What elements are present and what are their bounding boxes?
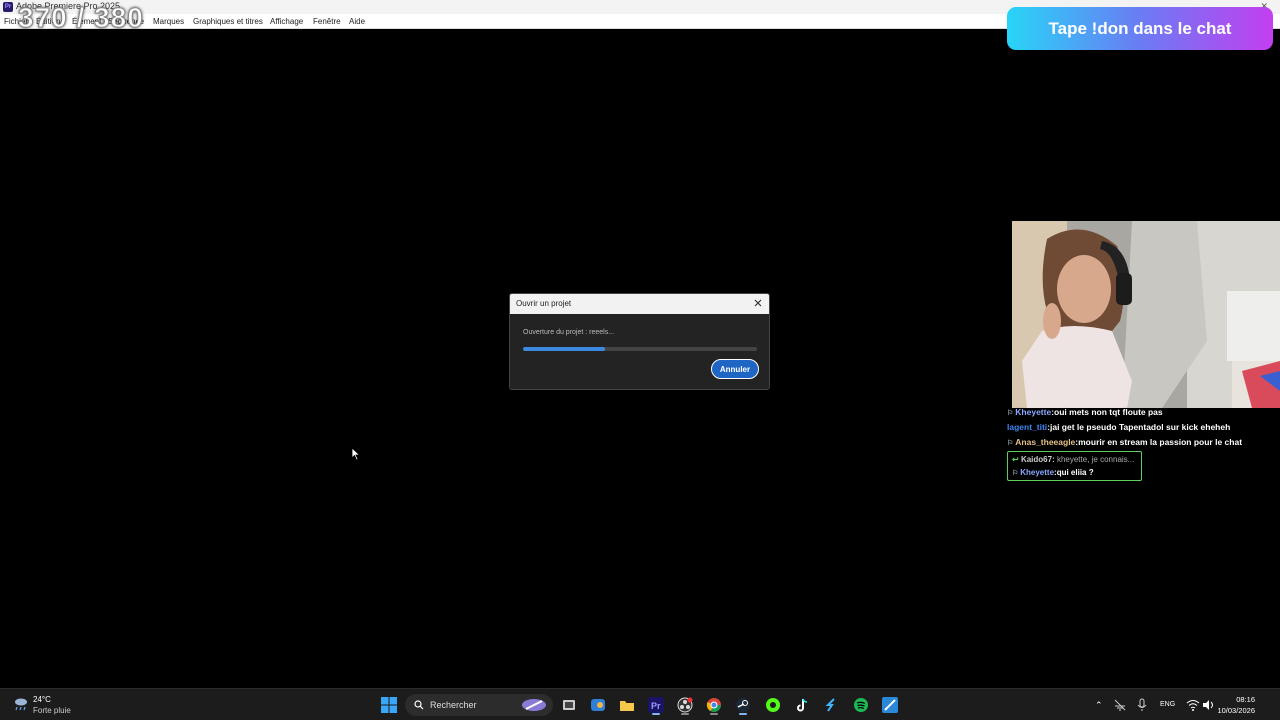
chat-username[interactable]: Kheyette [1020,468,1054,477]
webcam-image [1012,221,1280,408]
tiktok-icon[interactable] [794,697,810,713]
progress-fill [523,347,605,351]
menu-marques[interactable]: Marques [153,17,184,26]
stream-goal-counter: 370 / 380 [18,2,144,34]
premiere-app-icon: Pr [3,2,13,12]
progress-bar [523,347,757,351]
chat-username[interactable]: lagent_titi [1007,422,1047,432]
steam-icon[interactable] [735,697,751,715]
search-label: Rechercher [430,700,477,710]
kick-icon[interactable] [765,697,781,713]
chrome-icon[interactable] [706,697,722,715]
chat-message: ⚐ Anas_theeagle:mourir en stream la passi… [1007,437,1242,447]
network-off-icon[interactable] [1113,698,1127,712]
chat-message: lagent_titi:jai get le pseudo Tapentadol… [1007,422,1230,432]
menu-affichage[interactable]: Affichage [270,17,303,26]
reply-body: ⚐ Kheyette:qui eliia ? [1012,468,1094,477]
webcam-feed [1012,221,1280,408]
menu-graphiques[interactable]: Graphiques et titres [193,17,263,26]
svg-text:Pr: Pr [651,701,661,711]
chat-username[interactable]: Anas_theeagle [1015,437,1075,447]
wifi-icon[interactable] [1186,698,1200,712]
windows-start-icon[interactable] [381,697,397,713]
reply-to-user[interactable]: Kaido67 [1021,455,1052,464]
tray-overflow-icon[interactable]: ⌃ [1095,700,1103,711]
cancel-button[interactable]: Annuler [711,359,759,379]
premiere-pro-icon[interactable]: Pr [648,697,664,715]
chat-username[interactable]: Kheyette [1015,407,1051,417]
menu-aide[interactable]: Aide [349,17,365,26]
file-explorer-icon[interactable] [619,697,635,713]
widgets-icon[interactable] [590,697,606,713]
chat-text: jai get le pseudo Tapentadol sur kick eh… [1050,422,1231,432]
donation-banner: Tape !don dans le chat [1007,7,1273,50]
menu-fenetre[interactable]: Fenêtre [313,17,341,26]
dialog-title: Ouvrir un projet [516,299,572,308]
chat-message: ⚐ Kheyette:oui mets non tqt floute pas [1007,407,1163,417]
weather-temperature[interactable]: 24°C [33,695,51,704]
microphone-icon[interactable] [1136,698,1148,712]
dialog-status-text: Ouverture du projet : reeels... [523,329,615,336]
chat-badge-icon: ⚐ [1012,470,1021,477]
search-icon [414,700,424,710]
chat-text: qui eliia ? [1056,468,1094,477]
windows-taskbar: 24°C Forte pluie Rechercher Pr ⌃ ENG 08:… [0,688,1280,720]
chat-badge-icon: ⚐ [1007,410,1014,417]
chat-text: mourir en stream la passion pour le chat [1078,437,1243,447]
language-indicator[interactable]: ENG [1160,701,1175,708]
rain-cloud-icon[interactable] [13,696,29,712]
task-view-icon[interactable] [561,697,577,713]
reply-to-text: kheyette, je connais... [1056,455,1135,464]
reply-arrow-icon: ↩ [1012,455,1021,464]
taskbar-search[interactable]: Rechercher [405,694,553,716]
app-paint-icon[interactable] [882,697,898,713]
search-highlight-icon [522,699,546,711]
obs-icon[interactable] [677,697,693,715]
weather-condition[interactable]: Forte pluie [33,706,71,715]
clock-time[interactable]: 08:16 [1236,695,1255,704]
open-project-dialog: Ouvrir un projet Ouverture du projet : r… [509,293,770,390]
chat-text: oui mets non tqt floute pas [1054,407,1163,417]
app-s-icon[interactable] [823,697,839,713]
spotify-icon[interactable] [853,697,869,713]
chat-reply-message: ↩ Kaido67: kheyette, je connais... ⚐ Khe… [1007,451,1142,481]
mouse-cursor-icon [351,447,361,461]
volume-icon[interactable] [1202,698,1216,712]
reply-context: ↩ Kaido67: kheyette, je connais... [1012,455,1135,464]
screen: Pr Adobe Premiere Pro 2025 ✕ Fichier Édi… [0,0,1280,720]
clock-date[interactable]: 10/03/2026 [1217,706,1255,715]
chat-badge-icon: ⚐ [1007,440,1014,447]
close-icon[interactable] [752,297,764,309]
dialog-header: Ouvrir un projet [510,294,769,314]
